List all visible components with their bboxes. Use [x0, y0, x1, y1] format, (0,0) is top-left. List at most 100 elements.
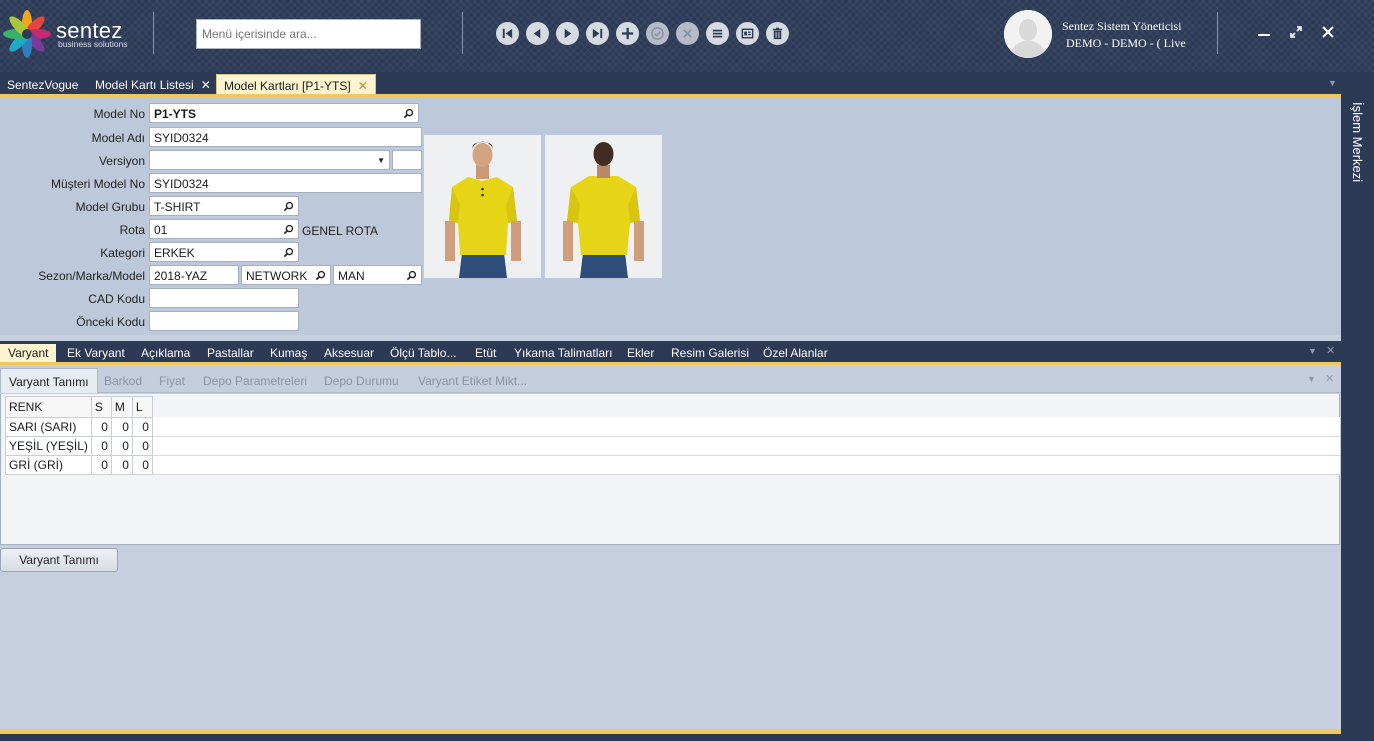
brand-tagline: business solutions — [58, 39, 128, 49]
subtab-close-icon[interactable]: ✕ — [1325, 372, 1334, 385]
marka-field[interactable]: NETWORK — [241, 265, 331, 285]
subtab-varyant-etiket-miktari[interactable]: Varyant Etiket Mikt... — [410, 368, 535, 393]
chevron-down-icon[interactable]: ▼ — [377, 156, 385, 165]
lookup-icon[interactable] — [283, 247, 294, 258]
previous-record-icon[interactable] — [526, 22, 549, 45]
kategori-field[interactable]: ERKEK — [149, 242, 299, 262]
menu-search-input[interactable] — [196, 19, 421, 49]
grid-row-line — [5, 474, 1340, 475]
tab-aksesuar[interactable]: Aksesuar — [316, 344, 382, 363]
model-field[interactable]: MAN — [333, 265, 422, 285]
column-header-m[interactable]: M — [110, 396, 133, 418]
table-row[interactable]: GRİ (GRİ) 0 0 0 — [5, 455, 153, 475]
versiyon-label: Versiyon — [98, 154, 145, 168]
cell-s[interactable]: 0 — [90, 455, 112, 475]
cad-kodu-field[interactable] — [149, 288, 299, 308]
minimize-icon[interactable] — [1254, 22, 1274, 42]
lookup-icon[interactable] — [403, 108, 414, 119]
tab-sentezvogue[interactable]: SentezVogue — [0, 74, 85, 96]
subtab-depo-parametreleri[interactable]: Depo Parametreleri — [195, 368, 315, 393]
tab-resim-galerisi[interactable]: Resim Galerisi — [663, 344, 757, 363]
tab-model-karti-listesi[interactable]: Model Kartı Listesi ✕ — [88, 74, 218, 96]
cell-l[interactable]: 0 — [131, 436, 153, 456]
cell-s[interactable]: 0 — [90, 417, 112, 437]
tab-etut[interactable]: Etüt — [467, 344, 504, 363]
tab-close-icon[interactable]: ✕ — [358, 79, 368, 93]
subtab-varyant-tanimi[interactable]: Varyant Tanımı — [0, 368, 98, 393]
versiyon-extra-field[interactable] — [392, 150, 422, 170]
tab-varyant[interactable]: Varyant — [0, 344, 57, 363]
onceki-kodu-field[interactable] — [149, 311, 299, 331]
user-avatar[interactable] — [1004, 10, 1052, 58]
tab-model-kartlari[interactable]: Model Kartları [P1-YTS] ✕ — [216, 74, 376, 96]
grid-row-line — [5, 436, 1340, 437]
confirm-icon[interactable] — [646, 22, 669, 45]
lookup-icon[interactable] — [315, 270, 326, 281]
varyant-tanimi-button[interactable]: Varyant Tanımı — [0, 548, 118, 572]
next-record-icon[interactable] — [556, 22, 579, 45]
delete-icon[interactable] — [766, 22, 789, 45]
cancel-icon[interactable] — [676, 22, 699, 45]
first-record-icon[interactable] — [496, 22, 519, 45]
tab-ozel-alanlar[interactable]: Özel Alanlar — [755, 344, 836, 363]
cell-m[interactable]: 0 — [110, 417, 133, 437]
cell-l[interactable]: 0 — [131, 417, 153, 437]
model-adi-field[interactable]: SYID0324 — [149, 127, 422, 147]
cell-renk[interactable]: SARI (SARI) — [5, 417, 92, 437]
cell-renk[interactable]: GRİ (GRİ) — [5, 455, 92, 475]
column-header-renk[interactable]: RENK — [5, 396, 92, 418]
sezon-field[interactable]: 2018-YAZ — [149, 265, 239, 285]
section-close-icon[interactable]: ✕ — [1326, 344, 1335, 357]
side-panel[interactable]: İşlem Merkezi — [1341, 72, 1374, 741]
cell-l[interactable]: 0 — [131, 455, 153, 475]
form-icon[interactable] — [736, 22, 759, 45]
cell-m[interactable]: 0 — [110, 455, 133, 475]
subtab-dropdown-icon[interactable]: ▼ — [1307, 374, 1316, 384]
lookup-icon[interactable] — [406, 270, 417, 281]
last-record-icon[interactable] — [586, 22, 609, 45]
sezon-marka-model-label: Sezon/Marka/Model — [38, 269, 145, 283]
table-row[interactable]: YEŞİL (YEŞİL) 0 0 0 — [5, 436, 153, 456]
rota-field[interactable]: 01 — [149, 219, 299, 239]
model-grubu-field[interactable]: T-SHIRT — [149, 196, 299, 216]
sentez-flower-icon — [3, 10, 51, 58]
model-no-field[interactable]: P1-YTS — [149, 103, 419, 123]
lookup-icon[interactable] — [283, 201, 294, 212]
subtab-barkod[interactable]: Barkod — [96, 368, 150, 393]
tab-aciklama[interactable]: Açıklama — [133, 344, 198, 363]
close-icon[interactable] — [1318, 22, 1338, 42]
maximize-icon[interactable] — [1286, 22, 1306, 42]
column-header-l[interactable]: L — [131, 396, 153, 418]
tab-yikama-talimatlari[interactable]: Yıkama Talimatları — [506, 344, 620, 363]
cell-renk[interactable]: YEŞİL (YEŞİL) — [5, 436, 92, 456]
model-adi-label: Model Adı — [91, 131, 145, 145]
tab-ek-varyant[interactable]: Ek Varyant — [59, 344, 133, 363]
musteri-model-no-field[interactable]: SYID0324 — [149, 173, 422, 193]
tab-pastallar[interactable]: Pastallar — [199, 344, 262, 363]
add-icon[interactable] — [616, 22, 639, 45]
tab-ekler[interactable]: Ekler — [619, 344, 662, 363]
column-header-s[interactable]: S — [90, 396, 112, 418]
lookup-icon[interactable] — [283, 224, 294, 235]
sub-tab-bar: Varyant Tanımı Barkod Fiyat Depo Paramet… — [0, 366, 1341, 393]
model-photo-back[interactable] — [545, 135, 662, 278]
section-accent-line — [0, 362, 1341, 365]
subtab-fiyat[interactable]: Fiyat — [151, 368, 193, 393]
cell-s[interactable]: 0 — [90, 436, 112, 456]
versiyon-select[interactable]: ▼ — [149, 150, 390, 170]
list-icon[interactable] — [706, 22, 729, 45]
section-dropdown-icon[interactable]: ▼ — [1308, 346, 1317, 356]
tab-olcu-tablo[interactable]: Ölçü Tablo... — [382, 344, 464, 363]
tab-close-icon[interactable]: ✕ — [201, 78, 211, 92]
document-tab-bar: SentezVogue Model Kartı Listesi ✕ Model K… — [0, 72, 1341, 96]
bottom-bar — [0, 734, 1341, 741]
subtab-depo-durumu[interactable]: Depo Durumu — [316, 368, 407, 393]
tab-kumas[interactable]: Kumaş — [262, 344, 315, 363]
model-photo-front[interactable] — [424, 135, 541, 278]
table-row[interactable]: SARI (SARI) 0 0 0 — [5, 417, 153, 437]
cad-kodu-label: CAD Kodu — [88, 292, 145, 306]
onceki-kodu-label: Önceki Kodu — [76, 315, 145, 329]
table-header-row: RENK S M L — [5, 396, 153, 418]
tab-dropdown-icon[interactable]: ▼ — [1328, 78, 1337, 88]
cell-m[interactable]: 0 — [110, 436, 133, 456]
